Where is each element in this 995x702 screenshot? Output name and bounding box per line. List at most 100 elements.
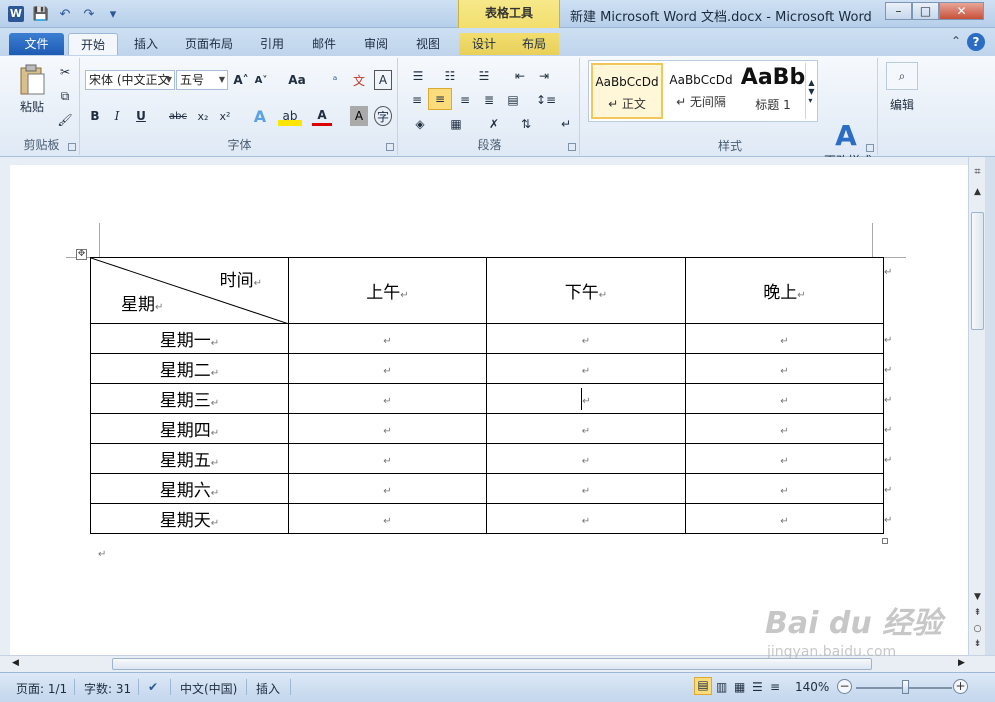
align-right-icon[interactable]: ≡ — [454, 90, 476, 110]
tab-layout[interactable]: 布局 — [509, 33, 559, 55]
scroll-right-icon[interactable]: ▶ — [958, 658, 965, 668]
paste-button[interactable]: 粘贴 — [12, 98, 52, 114]
help-icon[interactable]: ? — [967, 33, 985, 51]
enclose-char-icon[interactable]: 字 — [374, 106, 392, 126]
style-no-spacing[interactable]: AaBbCcDd ↵ 无间隔 — [665, 63, 737, 119]
tab-home[interactable]: 开始 — [68, 33, 118, 55]
decrease-indent-icon[interactable]: ⇤ — [510, 66, 530, 86]
next-page-icon[interactable]: ⇟ — [969, 639, 986, 649]
multilevel-list-icon[interactable]: ☱ — [470, 66, 498, 86]
subscript-icon[interactable]: x₂ — [194, 106, 212, 126]
numbering-icon[interactable]: ☷ — [438, 66, 462, 86]
redo-icon[interactable]: ↷ — [80, 5, 98, 23]
font-size-select[interactable]: 五号 ▼ — [176, 70, 228, 90]
word-app-icon[interactable]: W — [8, 6, 24, 22]
table-cell[interactable]: ↵ — [486, 443, 686, 474]
minimize-button[interactable]: – — [885, 2, 912, 20]
strikethrough-icon[interactable]: abc — [166, 106, 190, 126]
grow-font-icon[interactable]: A˄ — [232, 70, 250, 90]
justify-icon[interactable]: ≣ — [478, 90, 500, 110]
styles-scroll-icon[interactable]: ▲ ▼ ▾ — [805, 63, 817, 119]
table-cell[interactable]: ↵ — [685, 413, 884, 444]
previous-page-icon[interactable]: ⇞ — [969, 608, 986, 618]
table-cell[interactable]: ↵ — [288, 503, 487, 534]
row-label-cell[interactable]: 星期二↵ — [90, 353, 289, 384]
print-layout-icon[interactable]: ▤ — [694, 677, 712, 695]
style-normal[interactable]: AaBbCcDd ↵ 正文 — [591, 63, 663, 119]
editing-button[interactable]: 编辑 — [882, 96, 922, 112]
superscript-icon[interactable]: x² — [216, 106, 234, 126]
table-cell[interactable]: ↵ — [685, 443, 884, 474]
customize-qat-icon[interactable]: ▾ — [104, 5, 122, 23]
format-painter-icon[interactable]: 🖌 — [56, 112, 74, 128]
copy-icon[interactable]: ⧉ — [56, 88, 74, 104]
font-face-select[interactable]: 宋体 (中文正文 ▼ — [85, 70, 175, 90]
table-cell[interactable]: ↵ — [288, 323, 487, 354]
zoom-in-icon[interactable]: + — [953, 679, 968, 694]
row-label-cell[interactable]: 星期天↵ — [90, 503, 289, 534]
table-cell[interactable]: ↵ — [288, 473, 487, 504]
align-center-icon[interactable]: ≡ — [428, 88, 452, 110]
styles-launcher-icon[interactable] — [866, 144, 874, 152]
phonetic-guide-icon[interactable]: 文 — [350, 70, 368, 90]
vertical-scroll-thumb[interactable] — [971, 212, 984, 330]
highlight-icon[interactable]: ab — [278, 106, 302, 126]
full-screen-reading-icon[interactable]: ▥ — [716, 680, 727, 694]
draft-icon[interactable]: ≡ — [770, 680, 780, 694]
tab-file[interactable]: 文件 — [9, 33, 64, 55]
table-cell[interactable]: ↵ — [288, 353, 487, 384]
table-cell[interactable]: ↵ — [685, 383, 884, 414]
table-resize-handle-icon[interactable] — [882, 538, 888, 544]
header-cell-evening[interactable]: 晚上↵ — [685, 257, 884, 324]
row-label-cell[interactable]: 星期三↵ — [90, 383, 289, 414]
row-label-cell[interactable]: 星期五↵ — [90, 443, 289, 474]
maximize-button[interactable]: □ — [912, 2, 939, 20]
outline-icon[interactable]: ☰ — [752, 680, 763, 694]
change-case-icon[interactable]: Aa — [284, 70, 310, 90]
row-label-cell[interactable]: 星期六↵ — [90, 473, 289, 504]
style-heading-1[interactable]: AaBb 标题 1 — [737, 63, 809, 119]
clear-format-icon[interactable]: ᵃ — [326, 70, 344, 90]
font-launcher-icon[interactable] — [386, 143, 394, 151]
tab-review[interactable]: 审阅 — [356, 33, 396, 55]
web-layout-icon[interactable]: ▦ — [734, 680, 745, 694]
table-cell[interactable]: ↵ — [486, 473, 686, 504]
shrink-font-icon[interactable]: A˅ — [252, 70, 270, 90]
tab-references[interactable]: 引用 — [252, 33, 292, 55]
insert-mode[interactable]: 插入 — [256, 680, 280, 697]
close-button[interactable]: ✕ — [939, 2, 984, 20]
diagonal-header-cell[interactable]: 时间↵ 星期↵ — [90, 257, 289, 324]
find-binoculars-icon[interactable]: ⌕ — [886, 62, 918, 90]
table-cell[interactable]: ↵ — [486, 413, 686, 444]
row-label-cell[interactable]: 星期四↵ — [90, 413, 289, 444]
scroll-down-icon[interactable]: ▼ — [969, 592, 986, 602]
save-icon[interactable]: 💾 — [32, 5, 50, 23]
vertical-scrollbar[interactable]: ⌗ ▲ ▼ ⇞ ○ ⇟ — [968, 157, 985, 655]
align-left-icon[interactable]: ≡ — [406, 90, 428, 110]
collapse-ribbon-icon[interactable]: ⌃ — [951, 34, 961, 48]
distributed-icon[interactable]: ▤ — [502, 90, 524, 110]
clipboard-launcher-icon[interactable] — [68, 143, 76, 151]
line-spacing-icon[interactable]: ↕≡ — [532, 90, 560, 110]
bold-icon[interactable]: B — [86, 106, 104, 126]
proofing-icon[interactable]: ✔ — [148, 680, 158, 694]
zoom-out-icon[interactable]: − — [837, 679, 852, 694]
show-marks-icon[interactable]: ↵ — [556, 114, 576, 134]
font-color-icon[interactable]: A — [312, 106, 332, 126]
word-count[interactable]: 字数: 31 — [84, 680, 131, 697]
chinese-layout-icon[interactable]: ✗ — [480, 114, 508, 134]
header-cell-morning[interactable]: 上午↵ — [288, 257, 487, 324]
char-border-icon[interactable]: A — [374, 70, 392, 90]
undo-icon[interactable]: ↶ — [56, 5, 74, 23]
table-cell[interactable]: ↵ — [288, 383, 487, 414]
table-cell[interactable]: ↵ — [288, 443, 487, 474]
increase-indent-icon[interactable]: ⇥ — [534, 66, 554, 86]
char-shading-icon[interactable]: A — [350, 106, 368, 126]
language[interactable]: 中文(中国) — [180, 680, 237, 697]
table-cell-active[interactable]: ↵ — [486, 383, 686, 414]
paragraph-launcher-icon[interactable] — [568, 143, 576, 151]
table-move-handle-icon[interactable]: ✥ — [76, 249, 87, 260]
scroll-left-icon[interactable]: ◀ — [12, 658, 19, 668]
text-effects-icon[interactable]: A — [248, 106, 272, 126]
table-cell[interactable]: ↵ — [685, 323, 884, 354]
